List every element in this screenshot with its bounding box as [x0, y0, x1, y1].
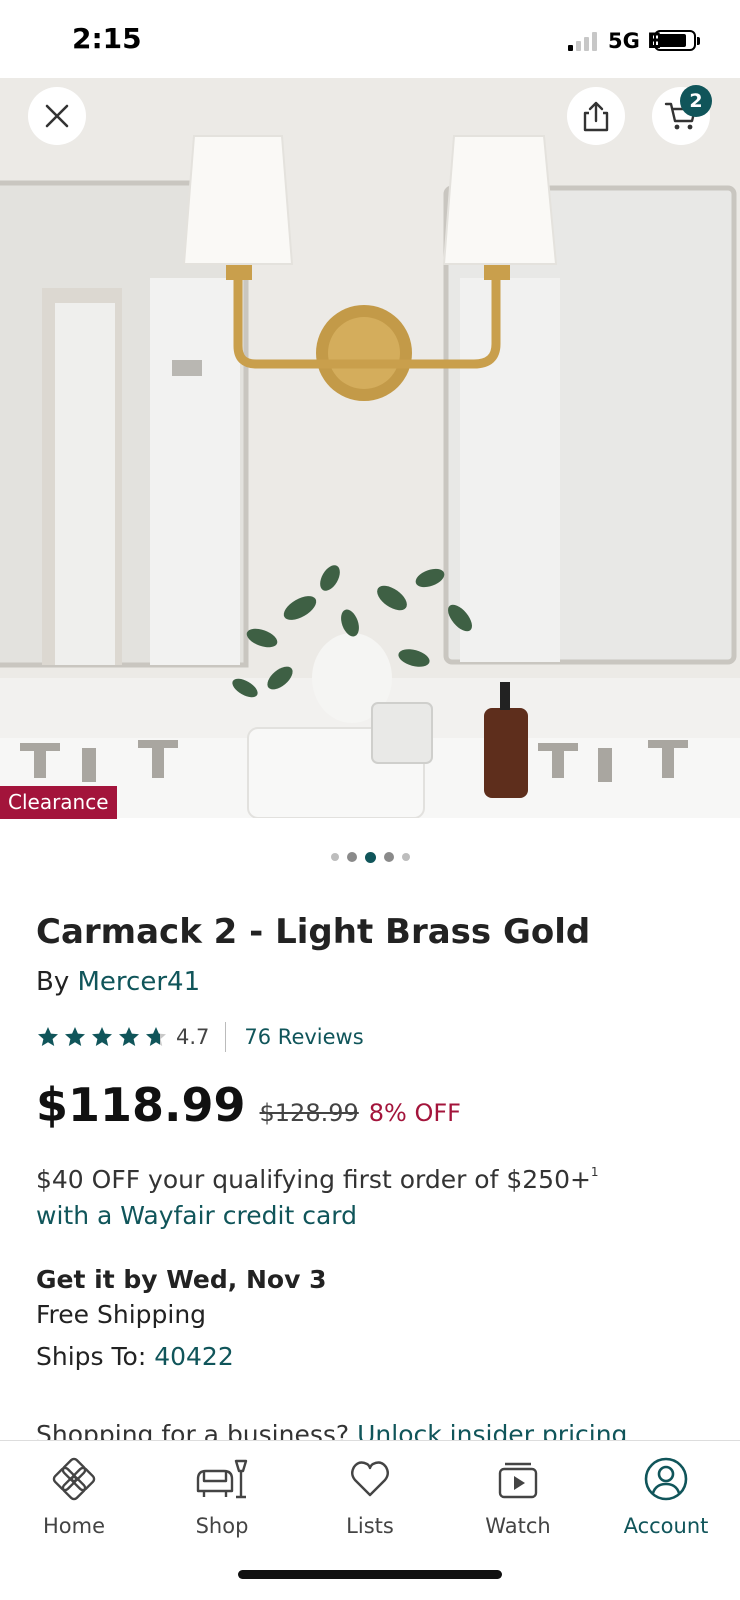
- nav-lists[interactable]: Lists: [296, 1441, 444, 1551]
- carousel-dot-active[interactable]: [364, 851, 376, 863]
- nav-watch[interactable]: Watch: [444, 1441, 592, 1551]
- status-time: 2:15: [72, 22, 142, 55]
- promo-footnote: 1: [590, 1165, 599, 1179]
- home-icon: [52, 1457, 96, 1501]
- ships-to-label: Ships To:: [36, 1342, 147, 1371]
- nav-shop[interactable]: Shop: [148, 1441, 296, 1551]
- close-button[interactable]: [28, 87, 86, 145]
- rating-value: 4.7: [176, 1025, 210, 1049]
- promo-text: $40 OFF your qualifying first order of $…: [36, 1165, 591, 1194]
- by-label: By: [36, 967, 70, 997]
- star-rating: [36, 1025, 168, 1049]
- star-half-icon: [146, 1027, 166, 1046]
- price-row: $118.99 $128.99 8% OFF: [36, 1078, 461, 1132]
- carousel-dots[interactable]: [0, 850, 740, 864]
- close-icon: [45, 104, 69, 128]
- nav-account[interactable]: Account: [592, 1441, 740, 1551]
- discount-label: 8% OFF: [368, 1099, 461, 1127]
- share-icon: [583, 101, 609, 132]
- product-image[interactable]: [0, 78, 740, 818]
- nav-watch-label: Watch: [485, 1514, 551, 1538]
- account-icon: [644, 1457, 688, 1501]
- credit-card-link[interactable]: with a Wayfair credit card: [36, 1201, 357, 1230]
- clearance-badge: Clearance: [0, 786, 117, 819]
- byline: By Mercer41: [36, 967, 200, 997]
- divider: [225, 1022, 227, 1052]
- brand-link[interactable]: Mercer41: [78, 967, 201, 997]
- nav-account-label: Account: [623, 1514, 709, 1538]
- cart-count-badge: 2: [680, 85, 712, 117]
- shipping-label: Free Shipping: [36, 1300, 207, 1329]
- heart-icon: [351, 1461, 389, 1497]
- nav-shop-label: Shop: [195, 1514, 249, 1538]
- home-indicator[interactable]: [238, 1570, 502, 1579]
- carousel-dot[interactable]: [383, 852, 394, 862]
- rating-row[interactable]: 4.7 76 Reviews: [36, 1020, 364, 1054]
- status-bar: 2:15 5G E: [0, 0, 740, 80]
- star-icon: [65, 1027, 85, 1046]
- nav-home-label: Home: [42, 1514, 105, 1538]
- ships-to: Ships To: 40422: [36, 1342, 234, 1371]
- product-title: Carmack 2 - Light Brass Gold: [36, 912, 591, 952]
- original-price: $128.99: [259, 1099, 359, 1127]
- battery-icon: [654, 30, 700, 51]
- star-icon: [38, 1027, 58, 1046]
- nav-lists-label: Lists: [346, 1514, 394, 1538]
- nav-home[interactable]: Home: [0, 1441, 148, 1551]
- credit-card-promo: $40 OFF your qualifying first order of $…: [36, 1162, 599, 1234]
- star-icon: [119, 1027, 139, 1046]
- reviews-link[interactable]: 76 Reviews: [244, 1025, 363, 1049]
- signal-icon: [568, 31, 602, 51]
- watch-icon: [498, 1462, 538, 1499]
- zip-code-link[interactable]: 40422: [154, 1342, 234, 1371]
- shop-icon: [196, 1459, 248, 1499]
- carousel-dot[interactable]: [401, 853, 410, 861]
- current-price: $118.99: [36, 1078, 246, 1132]
- share-button[interactable]: [567, 87, 625, 145]
- delivery-estimate: Get it by Wed, Nov 3: [36, 1265, 327, 1294]
- carousel-dot[interactable]: [330, 853, 339, 861]
- star-icon: [92, 1027, 112, 1046]
- carousel-dot[interactable]: [346, 852, 357, 862]
